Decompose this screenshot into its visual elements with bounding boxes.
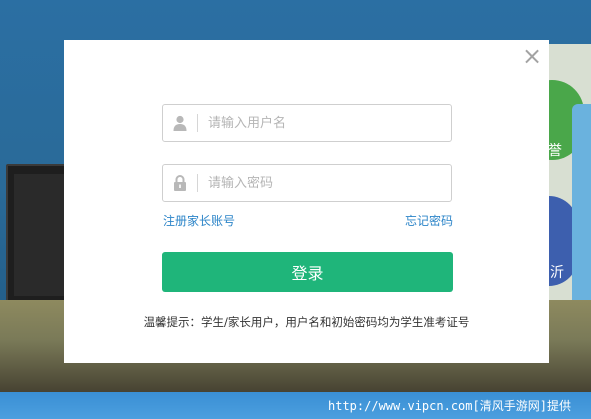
- lock-icon: [163, 165, 197, 201]
- login-button[interactable]: 登录: [162, 252, 453, 292]
- password-input[interactable]: [208, 168, 451, 198]
- background-badge-text: 誉: [548, 143, 562, 159]
- watermark-text: http://www.vipcn.com[清风手游网]提供: [328, 399, 571, 413]
- register-parent-account-link[interactable]: 注册家长账号: [163, 212, 235, 229]
- login-tip: 温馨提示：学生/家长用户，用户名和初始密码均为学生准考证号: [143, 315, 470, 329]
- login-dialog: × 注册家长账号 忘记密码 登录 温馨提示：学生/家长用户，用户名和初始密码均为…: [64, 40, 549, 363]
- field-separator: [197, 114, 198, 132]
- user-icon: [163, 105, 197, 141]
- background-badge-text: 沂: [550, 265, 564, 281]
- username-field[interactable]: [162, 104, 452, 142]
- forgot-password-link[interactable]: 忘记密码: [405, 212, 453, 229]
- username-input[interactable]: [208, 108, 451, 138]
- password-field[interactable]: [162, 164, 452, 202]
- background-laptop: [6, 164, 72, 306]
- field-separator: [197, 174, 198, 192]
- close-button[interactable]: ×: [522, 44, 542, 68]
